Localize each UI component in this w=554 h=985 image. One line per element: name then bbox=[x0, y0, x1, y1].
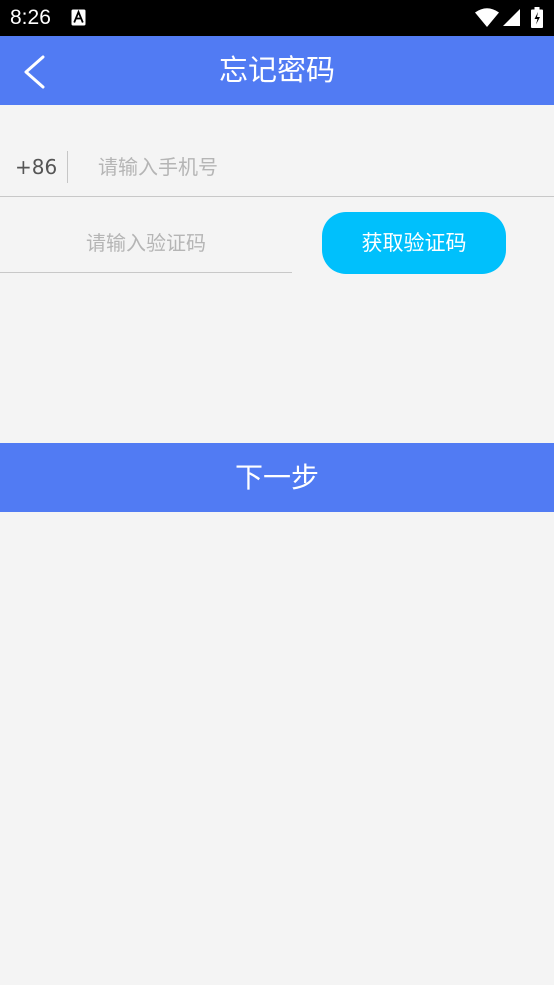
back-button[interactable] bbox=[10, 46, 60, 96]
country-code-divider bbox=[67, 151, 68, 183]
status-time: 8:26 bbox=[10, 6, 51, 29]
page-title: 忘记密码 bbox=[218, 53, 335, 87]
app-bar: 忘记密码 bbox=[0, 36, 554, 105]
chevron-left-icon bbox=[24, 55, 45, 89]
a-notification-icon bbox=[71, 9, 86, 26]
get-code-button[interactable]: 获取验证码 bbox=[322, 212, 506, 274]
phone-input[interactable] bbox=[98, 150, 518, 184]
status-bar: 8:26 bbox=[0, 0, 554, 36]
verification-code-input[interactable] bbox=[0, 226, 292, 260]
signal-icon bbox=[503, 9, 520, 26]
battery-icon bbox=[531, 7, 543, 28]
next-button[interactable]: 下一步 bbox=[0, 443, 554, 512]
phone-row: +86 bbox=[0, 130, 554, 197]
verification-code-field bbox=[0, 212, 292, 273]
wifi-icon bbox=[475, 8, 499, 27]
country-code[interactable]: +86 bbox=[15, 150, 57, 184]
